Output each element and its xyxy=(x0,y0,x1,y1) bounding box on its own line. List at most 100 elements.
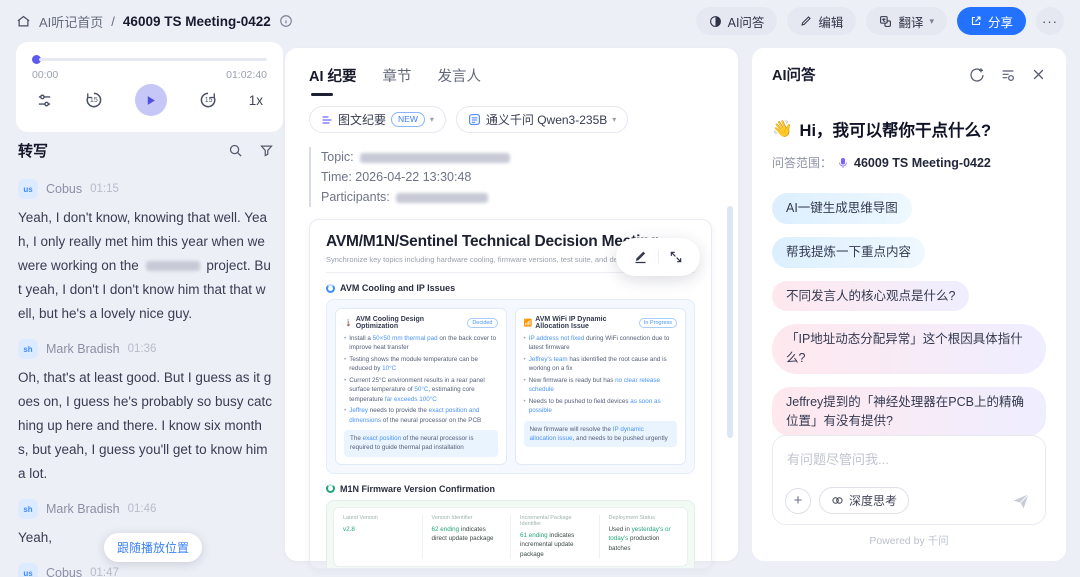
version-table: Latest Version v2.8 Version Identifier 62 e… xyxy=(326,499,695,568)
column-value: Used in yesterday's or today's productio… xyxy=(608,525,671,552)
table-column: Latest Version v2.8 xyxy=(334,515,422,559)
status-badge: Decided xyxy=(467,317,498,329)
translate-button[interactable]: 翻译 ▾ xyxy=(866,7,947,35)
bullet-item: Needs to be pushed to field devices as s… xyxy=(524,397,678,416)
column-value: 61 ending indicates incremental update p… xyxy=(520,531,575,558)
translate-icon xyxy=(879,15,892,28)
column-header: Latest Version xyxy=(343,514,378,521)
transcript-entry[interactable]: usCobus01:47 no, no, for sure. Okay, um,… xyxy=(18,563,278,577)
attach-button[interactable]: + xyxy=(785,487,811,514)
contrast-circle-icon xyxy=(709,15,722,28)
play-button[interactable] xyxy=(134,84,167,116)
qa-suggestion-chip[interactable]: 不同发言人的核心观点是什么? xyxy=(772,280,970,312)
bullet-item: Jeffrey's team has identified the root c… xyxy=(524,355,678,374)
forward-15-icon[interactable]: 15 xyxy=(198,90,218,110)
summary-tabs: AI 纪要 章节 发言人 xyxy=(285,48,738,96)
thermometer-icon: 🌡️ xyxy=(344,320,353,327)
timestamp[interactable]: 01:36 xyxy=(128,343,157,355)
timestamp[interactable]: 01:47 xyxy=(90,567,119,577)
topic-cards: 🌡️ AVM Cooling Design Optimization Decided… xyxy=(326,299,695,474)
summary-panel: AI 纪要 章节 发言人 图文纪要 NEW ▾ 通义千问 Qwen3-235B ▾ … xyxy=(285,48,738,569)
home-icon[interactable] xyxy=(16,14,31,29)
tab-chapters[interactable]: 章节 xyxy=(383,65,412,96)
table-column: Deployment Status Used in yesterday's or … xyxy=(598,514,688,560)
summary-style-chip[interactable]: 图文纪要 NEW ▾ xyxy=(309,106,446,133)
send-icon[interactable] xyxy=(1011,491,1031,511)
chevron-down-icon: ▾ xyxy=(429,115,434,124)
tab-speakers[interactable]: 发言人 xyxy=(438,65,482,96)
bullet-item: New firmware is ready but has no clear r… xyxy=(524,376,678,395)
qa-suggestions: AI一键生成思维导图 帮我提炼一下重点内容不同发言人的核心观点是什么? 「IP地址动… xyxy=(772,193,1046,437)
table-column: Version Identifier 62 ending indicates di… xyxy=(421,514,511,560)
transcript-text: Yeah, I don't know, knowing that well. Y… xyxy=(18,210,271,322)
meeting-time: 2026-04-22 13:30:48 xyxy=(355,170,472,184)
wave-emoji: 👋 xyxy=(772,119,793,138)
topic-card[interactable]: 🌡️ AVM Cooling Design Optimization Decided… xyxy=(335,308,507,465)
avatar: sh xyxy=(18,339,38,360)
filter-icon[interactable] xyxy=(259,143,274,158)
transcript-entry-meta: sh Mark Bradish 01:36 xyxy=(18,339,278,360)
qa-scope-value: 46009 TS Meeting-0422 xyxy=(854,155,991,170)
bullet-item: Current 25°C environment results in a re… xyxy=(344,376,498,404)
transcript-text: Oh, that's at least good. But I guess as… xyxy=(18,370,272,482)
edit-button[interactable]: 编辑 xyxy=(787,7,857,35)
breadcrumb-home[interactable]: AI听记首页 xyxy=(39,12,103,31)
column-value: 62 ending indicates direct update packag… xyxy=(431,525,494,543)
bullet-item: Install a 50×50 mm thermal pad on the ba… xyxy=(344,334,498,353)
tab-ai-summary[interactable]: AI 纪要 xyxy=(309,65,357,96)
rewind-15-icon[interactable]: 15 xyxy=(84,90,104,110)
qa-suggestion-chip[interactable]: AI一键生成思维导图 xyxy=(772,193,912,224)
new-chat-icon[interactable] xyxy=(969,67,985,83)
transcript-panel: 转写 us Cobus 01:15 Yeah, I don't know, knowi… xyxy=(18,140,278,577)
breadcrumb-separator: / xyxy=(111,13,115,29)
timestamp[interactable]: 01:46 xyxy=(128,503,157,515)
summary-document-preview[interactable]: AVM/M1N/Sentinel Technical Decision Meet… xyxy=(309,219,712,569)
share-button[interactable]: 分享 xyxy=(956,7,1026,35)
close-icon[interactable] xyxy=(1031,67,1046,82)
progress-bar[interactable] xyxy=(32,54,267,64)
audio-player: 00:00 01:02:40 15 15 1x xyxy=(16,42,283,132)
pencil-icon xyxy=(800,15,812,27)
timestamp[interactable]: 01:15 xyxy=(90,183,119,195)
section-donut-icon xyxy=(326,283,335,293)
expand-document-icon[interactable] xyxy=(669,250,683,264)
transcript-entry-meta: us Cobus 01:47 xyxy=(18,563,278,577)
edit-document-icon[interactable] xyxy=(633,250,648,265)
search-icon[interactable] xyxy=(228,143,243,158)
topic-card[interactable]: 📶 AVM WiFi IP Dynamic Allocation Issue In … xyxy=(514,308,686,465)
progress-track[interactable] xyxy=(39,57,267,61)
model-selector-chip[interactable]: 通义千问 Qwen3-235B ▾ xyxy=(455,106,629,133)
column-header: Version Identifier xyxy=(431,514,473,521)
new-badge: NEW xyxy=(391,112,425,127)
qa-scope-label: 问答范围： xyxy=(772,156,833,170)
topic-note: The exact position of the neural process… xyxy=(344,429,498,457)
qa-suggestion-chip[interactable]: 「IP地址动态分配异常」这个根因具体指什么? xyxy=(772,324,1046,374)
speaker-name: Cobus xyxy=(46,566,83,577)
qa-input-placeholder: 有问题尽管问我... xyxy=(787,452,889,467)
qa-suggestion-chip[interactable]: 帮我提炼一下重点内容 xyxy=(772,236,926,268)
speed-control[interactable]: 1x xyxy=(249,93,263,108)
rich-summary-icon xyxy=(321,114,333,126)
ai-qa-button[interactable]: AI问答 xyxy=(695,7,778,35)
bullet-item: Testing shows the module temperature can… xyxy=(344,355,498,374)
transcript-entry[interactable]: sh Mark Bradish 01:36 Oh, that's at least g… xyxy=(18,339,278,486)
speaker-name: Mark Bradish xyxy=(46,342,120,357)
more-button[interactable]: ··· xyxy=(1036,7,1064,35)
transcript-entry[interactable]: us Cobus 01:15 Yeah, I don't know, knowing … xyxy=(18,179,278,326)
deep-think-toggle[interactable]: 深度思考 xyxy=(819,487,910,514)
bullet-item: IP address not fixed during WiFi connect… xyxy=(524,334,678,353)
info-icon[interactable] xyxy=(279,14,293,28)
history-icon[interactable] xyxy=(1000,67,1016,83)
powered-by: Powered by 千问 xyxy=(869,535,949,547)
qa-suggestion-chip[interactable]: Jeffrey提到的「神经处理器在PCB上的精确位置」有没有提供? xyxy=(772,386,1046,437)
transcript-title: 转写 xyxy=(18,143,49,160)
avatar: us xyxy=(18,563,38,577)
scrollbar[interactable] xyxy=(727,206,733,438)
column-header: Incremental Package Identifier xyxy=(520,514,572,527)
status-badge: In Progress xyxy=(638,317,677,329)
share-icon xyxy=(970,15,982,27)
qa-input-box[interactable]: 有问题尽管问我... + 深度思考 xyxy=(772,435,1046,525)
topic-note: New firmware will resolve the IP dynamic… xyxy=(523,420,677,448)
follow-playback-pill[interactable]: 跟随播放位置 xyxy=(104,533,203,562)
playback-settings-icon[interactable] xyxy=(36,92,53,109)
